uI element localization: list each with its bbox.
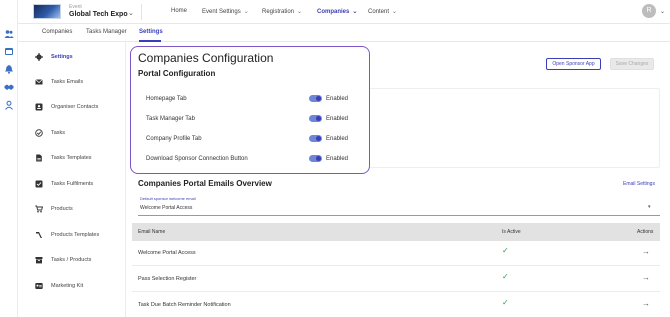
check-icon: ✓ xyxy=(502,298,509,307)
chevron-down-icon[interactable]: ⌄ xyxy=(128,9,134,17)
config-row-company-profile-tab: Company Profile Tab Enabled xyxy=(146,135,349,142)
tab-tasks-manager[interactable]: Tasks Manager xyxy=(86,29,127,35)
open-sponsor-app-button[interactable]: Open Sponsor App xyxy=(546,58,601,70)
tab-bar: Companies Tasks Manager Settings xyxy=(18,24,670,42)
sidebar-item-tasks[interactable]: Tasks xyxy=(35,129,120,141)
nav-home[interactable]: Home xyxy=(171,8,187,14)
toggle-knob xyxy=(316,116,321,121)
portal-configuration-heading: Portal Configuration xyxy=(138,69,216,78)
arrow-right-icon[interactable]: → xyxy=(642,273,650,282)
select-underline xyxy=(138,215,660,216)
caret-down-icon[interactable]: ▾ xyxy=(648,204,651,210)
table-row[interactable]: Task Due Batch Reminder Notification ✓ → xyxy=(132,293,660,317)
tab-companies[interactable]: Companies xyxy=(42,29,72,35)
checkbox-icon xyxy=(35,180,43,188)
sidebar-item-products[interactable]: Products xyxy=(35,205,120,217)
column-header-actions: Actions xyxy=(637,229,654,235)
chevron-down-icon[interactable]: ⌄ xyxy=(660,8,665,15)
column-header-is-active[interactable]: Is Active xyxy=(502,229,521,235)
emails-overview-heading: Companies Portal Emails Overview xyxy=(138,179,272,188)
chevron-down-icon: ⌄ xyxy=(297,9,303,15)
save-changes-button[interactable]: Save Changes xyxy=(610,58,654,70)
email-name-cell: Task Due Batch Reminder Notification xyxy=(138,302,231,308)
event-label: Event xyxy=(69,4,82,10)
status-text: Enabled xyxy=(326,116,349,122)
nav-registration[interactable]: Registration ⌄ xyxy=(262,8,302,15)
homepage-tab-toggle[interactable] xyxy=(309,95,322,102)
sidebar-item-products-templates[interactable]: Products Templates xyxy=(35,231,120,243)
sidebar-item-tasks-products[interactable]: Tasks / Products xyxy=(35,256,120,268)
column-header-email-name[interactable]: Email Name xyxy=(138,229,165,235)
arrow-right-icon[interactable]: → xyxy=(642,247,650,256)
app-rail xyxy=(0,0,18,317)
gear-icon xyxy=(35,53,43,61)
contact-card-icon xyxy=(35,103,43,111)
divider xyxy=(141,4,142,20)
status-text: Enabled xyxy=(326,136,349,142)
nav-companies[interactable]: Companies ⌄ xyxy=(317,8,357,15)
config-row-download-sponsor-connection-button: Download Sponsor Connection Button Enabl… xyxy=(146,155,349,162)
handshake-icon[interactable] xyxy=(4,82,14,92)
stamp-icon xyxy=(36,232,42,238)
companies-configuration-panel: Companies Configuration Portal Configura… xyxy=(130,46,370,174)
email-settings-link[interactable]: Email Settings xyxy=(623,181,655,187)
box-icon xyxy=(35,257,43,264)
config-row-homepage-tab: Homepage Tab Enabled xyxy=(146,95,349,102)
bell-icon[interactable] xyxy=(4,64,14,74)
welcome-email-select-label: Default sponsor welcome email xyxy=(140,196,196,201)
top-bar: Event Global Tech Expo ⌄ Home Event Sett… xyxy=(18,0,670,24)
id-card-icon xyxy=(35,283,43,289)
sidebar-item-marketing-kit[interactable]: Marketing Kit xyxy=(35,282,120,294)
arrow-right-icon[interactable]: → xyxy=(642,299,650,308)
toggle-knob xyxy=(316,136,321,141)
toggle-knob xyxy=(316,96,321,101)
chevron-down-icon: ⌄ xyxy=(243,9,249,15)
chevron-down-icon: ⌄ xyxy=(392,9,398,15)
email-name-cell: Pass Selection Register xyxy=(138,276,197,282)
table-row[interactable]: Pass Selection Register ✓ → xyxy=(132,267,660,292)
email-name-cell: Welcome Portal Access xyxy=(138,250,196,256)
avatar[interactable]: R xyxy=(642,4,656,18)
cart-icon xyxy=(35,205,43,213)
person-badge-icon[interactable] xyxy=(4,100,14,110)
check-icon: ✓ xyxy=(502,272,509,281)
status-text: Enabled xyxy=(326,156,349,162)
table-row[interactable]: Welcome Portal Access ✓ → xyxy=(132,241,660,266)
sidebar-item-tasks-fulfilments[interactable]: Tasks Fulfilments xyxy=(35,180,120,192)
status-text: Enabled xyxy=(326,96,349,102)
task-manager-tab-toggle[interactable] xyxy=(309,115,322,122)
sidebar-item-tasks-emails[interactable]: Tasks Emails xyxy=(35,78,120,90)
event-logo xyxy=(33,4,61,19)
sidebar-item-organiser-contacts[interactable]: Organiser Contacts xyxy=(35,103,120,115)
sidebar-item-tasks-templates[interactable]: Tasks Templates xyxy=(35,154,120,166)
config-row-task-manager-tab: Task Manager Tab Enabled xyxy=(146,115,349,122)
nav-content[interactable]: Content ⌄ xyxy=(368,8,397,15)
sidebar-item-settings[interactable]: Settings xyxy=(35,53,120,65)
welcome-email-select[interactable]: Welcome Portal Access xyxy=(140,205,192,211)
document-icon xyxy=(36,154,42,162)
sidebar: Settings Tasks Emails Organiser Contacts… xyxy=(18,42,126,317)
toggle-knob xyxy=(316,156,321,161)
main-content: Open Sponsor App Save Changes Companies … xyxy=(126,42,670,317)
company-profile-tab-toggle[interactable] xyxy=(309,135,322,142)
envelope-icon xyxy=(35,79,43,85)
calendar-icon[interactable] xyxy=(4,46,14,56)
tab-settings[interactable]: Settings xyxy=(139,29,163,35)
event-selector[interactable]: Global Tech Expo xyxy=(69,11,128,18)
users-icon[interactable] xyxy=(4,29,14,39)
table-header: Email Name Is Active Actions xyxy=(132,223,660,241)
page-title: Companies Configuration xyxy=(138,51,274,65)
download-sponsor-connection-toggle[interactable] xyxy=(309,155,322,162)
check-icon: ✓ xyxy=(502,246,509,255)
chevron-down-icon: ⌄ xyxy=(352,9,358,15)
task-check-icon xyxy=(35,129,43,137)
nav-event-settings[interactable]: Event Settings ⌄ xyxy=(202,8,249,15)
